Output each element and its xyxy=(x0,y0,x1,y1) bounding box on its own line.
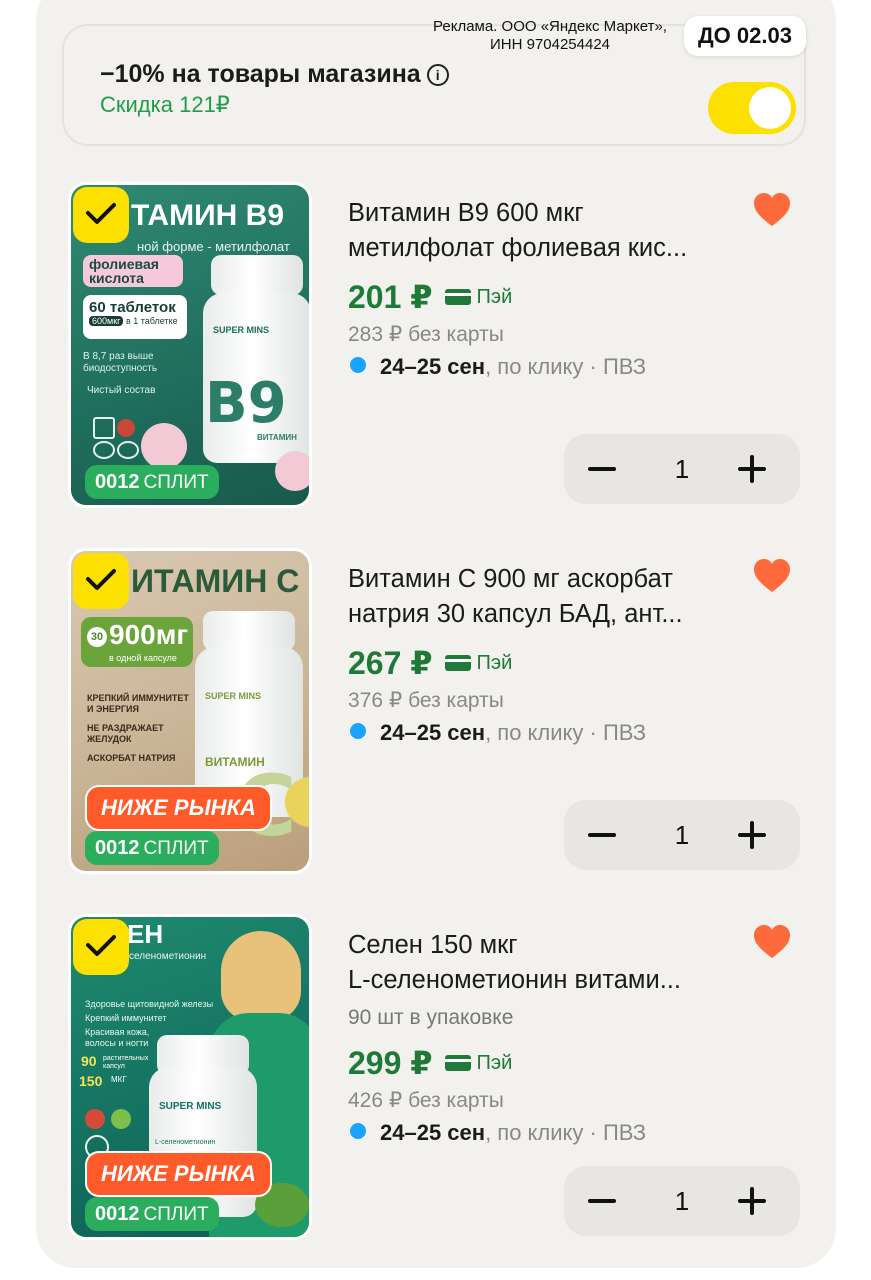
price-without-card: 376 ₽ без карты xyxy=(348,689,504,712)
haccp-icon xyxy=(93,441,115,459)
delivery-info: 24–25 сен, по клику · ПВЗ xyxy=(350,720,646,746)
delivery-dot-icon xyxy=(350,357,366,373)
woman-portrait xyxy=(221,931,301,1021)
pack-size: 90 шт в упаковке xyxy=(348,1006,514,1029)
increase-button[interactable] xyxy=(722,434,792,504)
toggle-knob xyxy=(749,87,791,129)
quantity-stepper: 1 xyxy=(564,800,800,870)
product-name[interactable]: Витамин B9 600 мкг метилфолат фолиевая к… xyxy=(348,196,738,266)
flower-decoration xyxy=(141,423,187,469)
product-name[interactable]: Селен 150 мкг L-селенометионин витами... xyxy=(348,928,738,998)
select-checkbox[interactable] xyxy=(73,187,129,243)
badge-icon xyxy=(85,1109,105,1129)
increase-button[interactable] xyxy=(722,800,792,870)
product-name[interactable]: Витамин C 900 мг аскорбат натрия 30 капс… xyxy=(348,562,738,632)
thumb-title: ТАМИН B9 xyxy=(131,199,285,232)
delivery-dot-icon xyxy=(350,1123,366,1139)
info-icon[interactable]: i xyxy=(426,64,449,86)
card-price: 201 ₽ xyxy=(348,279,433,315)
cart-item: ЕН селенометионин Здоровье щитовидной же… xyxy=(68,914,808,1244)
quantity-stepper: 1 xyxy=(564,1166,800,1236)
check-icon xyxy=(86,569,116,590)
increase-button[interactable] xyxy=(722,1166,792,1236)
check-icon xyxy=(86,203,116,224)
promo-title: −10% на товары магазина i xyxy=(100,60,449,89)
lower-price-badge: НИЖЕ РЫНКА xyxy=(85,1151,272,1197)
vegan-icon xyxy=(111,1109,131,1129)
ad-disclaimer: Реклама. ООО «Яндекс Маркет», ИНН 970425… xyxy=(433,18,667,53)
card-icon xyxy=(444,289,471,305)
price-row: 299 ₽ Пэй xyxy=(348,1045,513,1081)
card-price: 299 ₽ xyxy=(348,1045,433,1081)
product-image[interactable]: ИТАМИН С 30 900мг в одной капсуле КРЕПКИ… xyxy=(68,548,312,874)
check-icon xyxy=(86,935,116,956)
thumb-tag: фолиевая кислота xyxy=(83,255,183,287)
select-checkbox[interactable] xyxy=(73,553,129,609)
promo-toggle[interactable] xyxy=(708,82,796,134)
product-image[interactable]: ЕН селенометионин Здоровье щитовидной же… xyxy=(68,914,312,1240)
promo-discount: Скидка 121₽ xyxy=(100,92,230,117)
flower-decoration xyxy=(275,451,309,491)
thumb-title: ИТАМИН С xyxy=(131,563,300,599)
lower-price-badge: НИЖЕ РЫНКА xyxy=(85,785,272,831)
iso-icon xyxy=(117,441,139,459)
card-price: 267 ₽ xyxy=(348,645,433,681)
thumb-letter: B9 xyxy=(205,371,287,436)
favorite-heart-icon[interactable] xyxy=(752,924,792,965)
price-row: 201 ₽ Пэй xyxy=(348,279,513,315)
price-without-card: 283 ₽ без карты xyxy=(348,323,504,346)
badge-icon xyxy=(117,419,135,437)
product-image[interactable]: ТАМИН B9 ной форме - метилфолат фолиевая… xyxy=(68,182,312,508)
delivery-info: 24–25 сен, по клику · ПВЗ xyxy=(350,354,646,380)
promo-date-badge: ДО 02.03 xyxy=(684,16,806,56)
delivery-dot-icon xyxy=(350,723,366,739)
favorite-heart-icon[interactable] xyxy=(752,558,792,599)
select-checkbox[interactable] xyxy=(73,919,129,975)
cart-item: ИТАМИН С 30 900мг в одной капсуле КРЕПКИ… xyxy=(68,548,808,878)
price-without-card: 426 ₽ без карты xyxy=(348,1089,504,1112)
quantity-stepper: 1 xyxy=(564,434,800,504)
cart-item: ТАМИН B9 ной форме - метилфолат фолиевая… xyxy=(68,182,808,512)
split-badge: 0012 СПЛИТ xyxy=(85,1197,219,1231)
favorite-heart-icon[interactable] xyxy=(752,192,792,233)
delivery-info: 24–25 сен, по клику · ПВЗ xyxy=(350,1120,646,1146)
split-badge: 0012 СПЛИТ xyxy=(85,831,219,865)
price-row: 267 ₽ Пэй xyxy=(348,645,513,681)
split-badge: 0012 СПЛИТ xyxy=(85,465,219,499)
badge-icon xyxy=(93,417,115,439)
thumb-title: ЕН xyxy=(127,919,164,949)
card-icon xyxy=(444,655,471,671)
card-icon xyxy=(444,1055,471,1071)
